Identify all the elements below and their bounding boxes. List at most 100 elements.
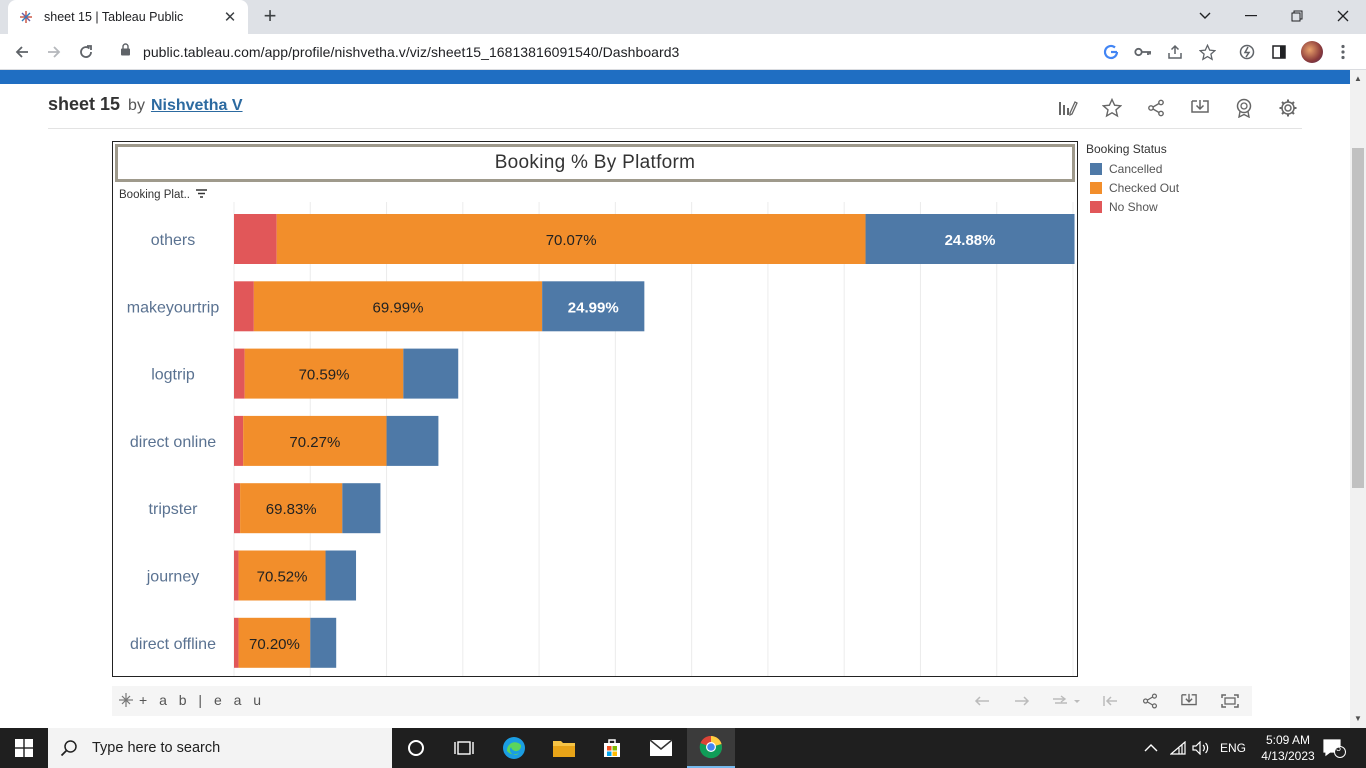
stacked-bar-chart: others 70.07% 24.88% makeyourtrip 69.99% 24.9… (127, 202, 1075, 676)
task-view-icon[interactable] (440, 728, 488, 768)
lock-icon[interactable] (120, 43, 131, 61)
microsoft-store-icon[interactable] (588, 728, 636, 768)
category-label: journey (146, 569, 199, 586)
scroll-up-arrow-icon[interactable]: ▲ (1354, 74, 1362, 83)
download-footer-icon[interactable] (1178, 691, 1200, 711)
tableau-wordmark: + a b | e a u (139, 692, 266, 708)
bar-segment-cancelled[interactable] (325, 550, 357, 601)
start-button[interactable] (0, 728, 48, 768)
settings-gear-icon[interactable] (1266, 96, 1310, 120)
favorite-star-icon[interactable] (1090, 96, 1134, 120)
undo-icon[interactable] (971, 691, 993, 711)
bar-segment-no-show[interactable] (234, 483, 241, 534)
volume-icon[interactable] (1192, 728, 1210, 768)
page-scrollbar[interactable]: ▲ ▼ (1350, 70, 1366, 728)
address-bar[interactable]: public.tableau.com/app/profile/nishvetha… (108, 37, 1230, 67)
cortana-icon[interactable] (392, 728, 440, 768)
legend-item-no-show[interactable]: No Show (1086, 200, 1179, 214)
side-panel-icon[interactable] (1269, 42, 1289, 62)
chrome-icon[interactable] (687, 728, 735, 768)
bar-data-label: 70.20% (249, 636, 300, 653)
revert-dropdown-icon[interactable] (1046, 691, 1086, 711)
taskbar-search[interactable]: Type here to search (48, 728, 392, 768)
minimize-button[interactable] (1228, 0, 1274, 32)
key-icon[interactable] (1133, 42, 1153, 62)
bar-data-label: 70.27% (289, 434, 340, 451)
bar-segment-no-show[interactable] (234, 415, 244, 466)
browser-toolbar: public.tableau.com/app/profile/nishvetha… (0, 34, 1366, 70)
bar-segment-no-show[interactable] (234, 281, 254, 332)
share-icon[interactable] (1165, 42, 1185, 62)
bookmark-star-icon[interactable] (1197, 42, 1217, 62)
clock[interactable]: 5:09 AM 4/13/2023 (1258, 732, 1318, 764)
bar-segment-cancelled[interactable] (310, 617, 337, 668)
notification-count: 5 (1336, 743, 1342, 753)
tableau-logo[interactable]: + a b | e a u (118, 692, 265, 708)
author-link[interactable]: Nishvetha V (151, 97, 243, 115)
windows-taskbar: Type here to search ENG 5:09 AM 4/13/202… (0, 728, 1366, 768)
back-button[interactable] (10, 40, 34, 64)
header-divider (48, 128, 1302, 129)
legend-item-cancelled[interactable]: Cancelled (1086, 162, 1179, 176)
bar-segment-cancelled[interactable] (342, 483, 381, 534)
new-tab-button[interactable]: + (258, 5, 282, 29)
scroll-thumb[interactable] (1352, 148, 1364, 488)
forward-button[interactable] (42, 40, 66, 64)
bar-segment-no-show[interactable] (234, 214, 277, 264)
column-header[interactable]: Booking Plat.. (119, 189, 207, 201)
google-icon[interactable] (1101, 42, 1121, 62)
viz-title: sheet 15 (48, 94, 121, 114)
legend-swatch (1090, 163, 1102, 175)
bar-segment-no-show[interactable] (234, 617, 239, 668)
redo-icon[interactable] (1011, 691, 1033, 711)
search-placeholder: Type here to search (92, 740, 221, 756)
profile-avatar[interactable] (1301, 41, 1323, 63)
language-indicator[interactable]: ENG (1220, 728, 1246, 768)
notifications-icon[interactable]: 5 (1322, 728, 1346, 768)
legend-label: Cancelled (1109, 162, 1163, 176)
category-label: others (151, 232, 195, 249)
category-label: logtrip (151, 367, 195, 384)
fullscreen-icon[interactable] (1219, 691, 1241, 711)
tab-strip: sheet 15 | Tableau Public ✕ + (0, 0, 1366, 34)
bar-segment-no-show[interactable] (234, 348, 245, 399)
badge-award-icon[interactable] (1222, 96, 1266, 120)
bar-segment-cancelled[interactable] (403, 348, 459, 399)
first-page-icon[interactable] (1099, 691, 1121, 711)
sort-icon[interactable] (195, 189, 207, 201)
legend-label: No Show (1109, 200, 1158, 214)
close-window-button[interactable] (1320, 0, 1366, 32)
file-explorer-icon[interactable] (540, 728, 588, 768)
tray-show-hidden-icon[interactable] (1144, 728, 1158, 768)
edge-browser-icon[interactable] (490, 728, 538, 768)
category-label: direct online (130, 434, 216, 451)
legend-label: Checked Out (1109, 181, 1180, 195)
dashboard-frame: Booking % By Platform Booking Plat.. oth… (112, 141, 1078, 677)
scroll-down-arrow-icon[interactable]: ▼ (1354, 714, 1362, 723)
network-icon[interactable] (1170, 728, 1186, 768)
column-header-label: Booking Plat.. (119, 189, 190, 201)
download-icon[interactable] (1178, 96, 1222, 120)
tab-search-chevron-icon[interactable] (1182, 0, 1228, 32)
browser-tab[interactable]: sheet 15 | Tableau Public ✕ (8, 0, 248, 34)
url-text: public.tableau.com/app/profile/nishvetha… (143, 44, 680, 60)
bar-segment-no-show[interactable] (234, 550, 239, 601)
category-label: tripster (149, 501, 199, 518)
share-footer-icon[interactable] (1139, 691, 1161, 711)
edit-viz-icon[interactable] (1046, 96, 1090, 120)
category-label: makeyourtrip (127, 299, 220, 316)
windows-logo-icon (15, 739, 33, 757)
site-banner-strip (0, 70, 1350, 84)
tableau-footer-toolbar: + a b | e a u (112, 686, 1252, 716)
bar-segment-cancelled[interactable] (386, 415, 439, 466)
more-menu-icon[interactable] (1333, 42, 1353, 62)
close-tab-icon[interactable]: ✕ (222, 8, 238, 26)
extensions-icon[interactable] (1237, 42, 1257, 62)
mail-icon[interactable] (637, 728, 685, 768)
bar-data-label: 24.88% (945, 232, 996, 249)
legend-item-checked-out[interactable]: Checked Out (1086, 181, 1179, 195)
restore-button[interactable] (1274, 0, 1320, 32)
share-viz-icon[interactable] (1134, 96, 1178, 120)
reload-button[interactable] (74, 40, 98, 64)
legend: Booking Status Cancelled Checked Out No … (1086, 142, 1179, 219)
